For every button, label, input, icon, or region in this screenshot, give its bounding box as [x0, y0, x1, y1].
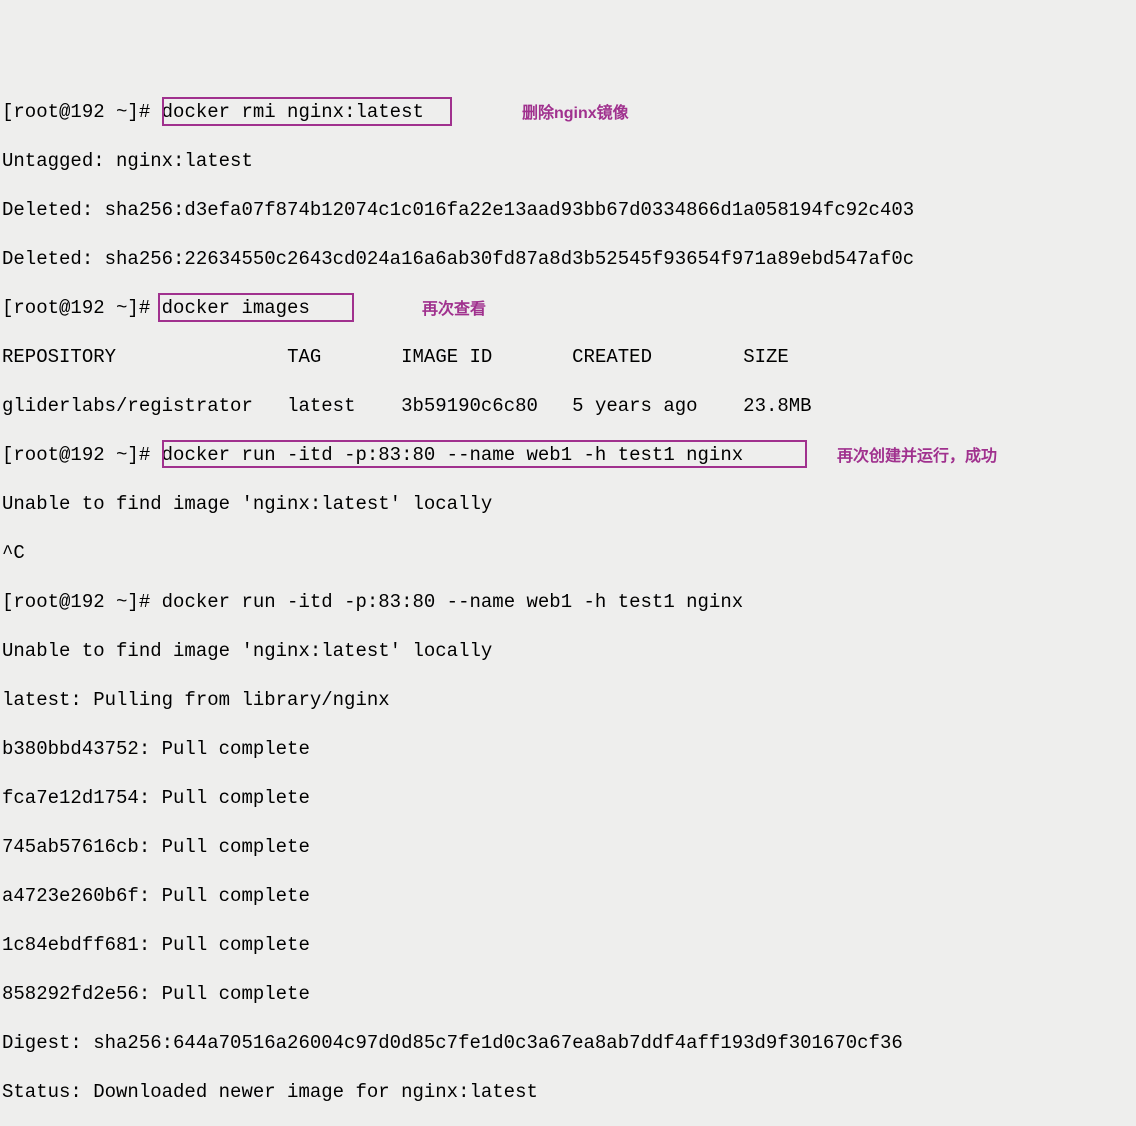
prompt: [root@192 ~]#: [2, 297, 162, 319]
th-size: SIZE: [743, 346, 789, 368]
cmd-images: docker images: [162, 297, 310, 319]
annotation-rerun-success: 再次创建并运行，成功: [837, 445, 997, 470]
td-imageid: 3b59190c6c80: [401, 395, 538, 417]
out-pull-5: 1c84ebdff681: Pull complete: [2, 933, 1134, 958]
out-untagged: Untagged: nginx:latest: [2, 149, 1134, 174]
th-repo: REPOSITORY: [2, 346, 116, 368]
table-row: gliderlabs/registrator latest 3b59190c6c…: [2, 394, 1134, 419]
line-cmd-run-1: [root@192 ~]# docker run -itd -p:83:80 -…: [2, 443, 1134, 468]
out-digest: Digest: sha256:644a70516a26004c97d0d85c7…: [2, 1031, 1134, 1056]
cmd-run-2: docker run -itd -p:83:80 --name web1 -h …: [162, 591, 744, 613]
out-pull-6: 858292fd2e56: Pull complete: [2, 982, 1134, 1007]
out-status: Status: Downloaded newer image for nginx…: [2, 1080, 1134, 1105]
prompt: [root@192 ~]#: [2, 444, 162, 466]
out-pulling: latest: Pulling from library/nginx: [2, 688, 1134, 713]
th-tag: TAG: [287, 346, 321, 368]
line-cmd-rmi: [root@192 ~]# docker rmi nginx:latest 删除n…: [2, 100, 1134, 125]
out-pull-1: b380bbd43752: Pull complete: [2, 737, 1134, 762]
cmd-rmi: docker rmi nginx:latest: [162, 101, 424, 123]
th-created: CREATED: [572, 346, 652, 368]
cmd-run-1: docker run -itd -p:83:80 --name web1 -h …: [162, 444, 744, 466]
out-pull-3: 745ab57616cb: Pull complete: [2, 835, 1134, 860]
td-tag: latest: [287, 395, 355, 417]
out-unable-1: Unable to find image 'nginx:latest' loca…: [2, 492, 1134, 517]
out-pull-4: a4723e260b6f: Pull complete: [2, 884, 1134, 909]
td-size: 23.8MB: [743, 395, 811, 417]
out-unable-2: Unable to find image 'nginx:latest' loca…: [2, 639, 1134, 664]
out-deleted-1: Deleted: sha256:d3efa07f874b12074c1c016f…: [2, 198, 1134, 223]
out-ctrl-c: ^C: [2, 541, 1134, 566]
annotation-recheck: 再次查看: [422, 298, 486, 323]
annotation-delete-image: 删除nginx镜像: [522, 102, 629, 127]
th-imageid: IMAGE ID: [401, 346, 492, 368]
out-pull-2: fca7e12d1754: Pull complete: [2, 786, 1134, 811]
td-repo: gliderlabs/registrator: [2, 395, 253, 417]
prompt: [root@192 ~]#: [2, 101, 162, 123]
prompt: [root@192 ~]#: [2, 591, 162, 613]
out-deleted-2: Deleted: sha256:22634550c2643cd024a16a6a…: [2, 247, 1134, 272]
table-header: REPOSITORY TAG IMAGE ID CREATED SIZE: [2, 345, 1134, 370]
line-cmd-images: [root@192 ~]# docker images 再次查看: [2, 296, 1134, 321]
td-created: 5 years ago: [572, 395, 697, 417]
line-cmd-run-2: [root@192 ~]# docker run -itd -p:83:80 -…: [2, 590, 1134, 615]
